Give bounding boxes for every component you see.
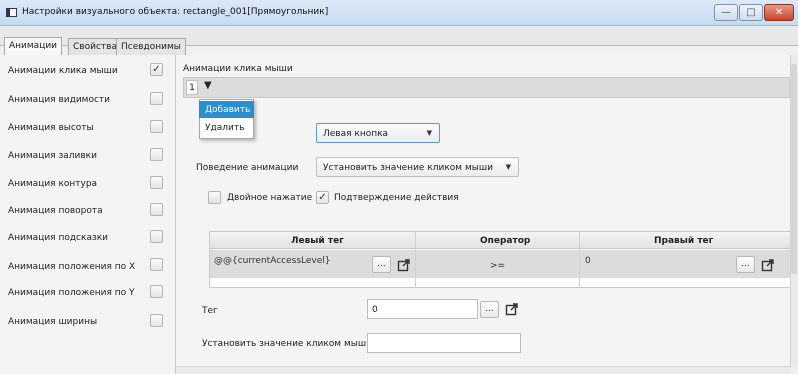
animation-item-checkbox[interactable] [150,176,163,189]
animation-item-strip [183,77,790,98]
animation-item-label: Анимация положения по X [8,262,136,272]
animation-item-checkbox[interactable] [150,92,163,105]
tab-aliases[interactable]: Псевдонимы [116,38,186,55]
behavior-select[interactable]: Установить значение кликом мыши ▼ [316,157,519,177]
right-tag-value: 0 [585,256,591,266]
window-title: Настройки визуального объекта: rectangle… [22,7,329,17]
animation-item-label: Анимация ширины [8,317,98,327]
behavior-label: Поведение анимации [196,163,299,173]
column-header-right-tag: Правый тег [654,236,714,246]
tab-properties[interactable]: Свойства [68,38,122,55]
animation-settings-panel [176,55,790,374]
tag-browse-button[interactable]: ... [480,301,499,318]
animation-item-checkbox[interactable] [150,148,163,161]
tag-field-label: Тег [202,306,218,316]
column-header-operator: Оператор [480,236,531,246]
column-divider [415,232,416,288]
animation-item-label: Анимация поворота [8,206,103,216]
left-tag-browse-button[interactable]: ... [372,256,391,273]
animation-item-label: Анимация контура [8,179,98,189]
animation-item-label: Анимация положения по Y [8,288,135,298]
column-divider [579,232,580,288]
menu-item-add[interactable]: Добавить [199,101,254,118]
animation-item-checkbox[interactable] [150,314,163,327]
behavior-select-value: Установить значение кликом мыши [323,163,493,173]
chevron-down-icon: ▼ [426,129,432,137]
confirm-action-label: Подтверждение действия [334,193,459,203]
double-click-label: Двойное нажатие [227,193,313,203]
right-tag-open-link-icon[interactable] [758,256,777,273]
close-button[interactable]: ✕ [764,4,794,21]
section-title: Анимации клика мыши [183,64,293,74]
double-click-checkbox[interactable] [208,191,221,204]
set-value-input[interactable] [367,333,521,353]
left-tag-open-link-icon[interactable] [394,256,413,273]
operator-value: >= [490,261,506,271]
chevron-down-icon: ▼ [505,163,511,171]
animation-item-checkbox[interactable] [150,230,163,243]
tag-open-link-icon[interactable] [502,300,521,317]
animation-item-label: Анимации клика мыши [8,66,118,76]
animation-item-checkbox[interactable] [150,120,163,133]
mouse-button-select[interactable]: Левая кнопка ▼ [316,123,440,143]
minimize-button[interactable]: — [714,4,738,21]
animation-item-checkbox[interactable] [150,258,163,271]
maximize-button[interactable]: □ [739,4,763,21]
tab-animations[interactable]: Анимации [4,37,63,56]
tag-input[interactable]: 0 [367,299,478,319]
vertical-scrollbar-thumb[interactable] [791,64,797,274]
mouse-button-select-value: Левая кнопка [323,129,389,139]
animation-item-checkbox[interactable] [150,285,163,298]
item-menu-caret-icon[interactable]: ▼ [204,80,212,91]
confirm-action-checkbox[interactable]: ✓ [316,191,329,204]
left-tag-value: @@{currentAccessLevel} [214,256,331,266]
column-header-left-tag: Левый тег [291,236,344,246]
animation-item-label: Анимация подсказки [8,233,109,243]
animation-item-label: Анимация высоты [8,123,94,133]
app-icon [6,8,17,17]
right-tag-browse-button[interactable]: ... [736,256,755,273]
animation-item-checkbox[interactable] [150,203,163,216]
animation-item-label: Анимация заливки [8,151,97,161]
animation-item-checkbox[interactable]: ✓ [150,63,163,76]
menu-item-delete[interactable]: Удалить [199,119,254,136]
animation-item-label: Анимация видимости [8,95,111,105]
animation-item-index[interactable]: 1 [186,80,198,95]
horizontal-scrollbar[interactable] [176,366,790,374]
set-value-label: Установить значение кликом мыши [202,339,372,349]
